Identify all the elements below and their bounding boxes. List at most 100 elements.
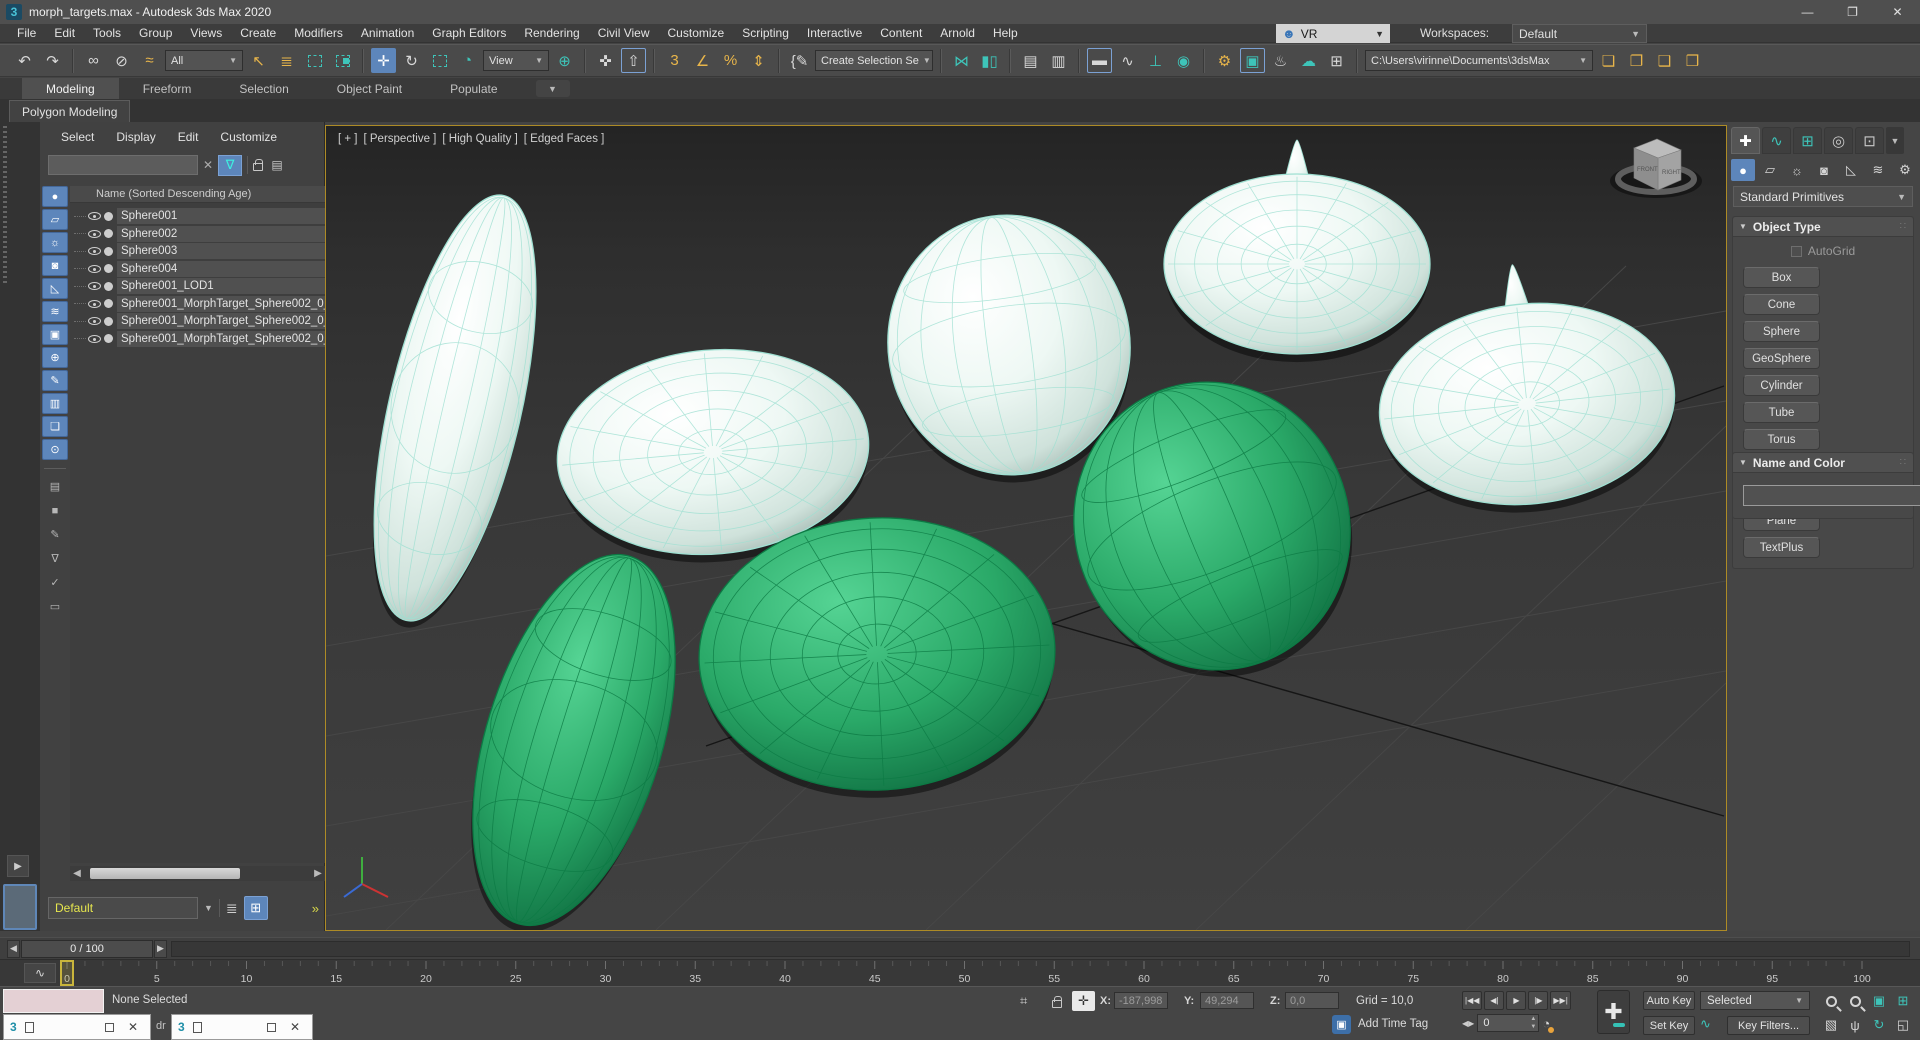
object-name[interactable]: Sphere001_MorphTarget_Sphere002_0_0: [117, 296, 325, 312]
orbit-icon[interactable]: ↻: [1868, 1015, 1890, 1035]
display-hidden-icon[interactable]: ⊙: [42, 439, 68, 460]
explorer-column-header[interactable]: Name (Sorted Descending Age): [70, 186, 325, 203]
primitive-category-dropdown[interactable]: Standard Primitives ▼: [1733, 186, 1913, 207]
lock-icon[interactable]: [253, 163, 263, 171]
display-lights-icon[interactable]: ☼: [42, 232, 68, 253]
material-editor-icon[interactable]: ◉: [1171, 48, 1196, 73]
display-xrefs-icon[interactable]: ⊕: [42, 347, 68, 368]
project-folder-new-icon[interactable]: ❐: [1624, 48, 1649, 73]
select-and-link-icon[interactable]: ∞: [81, 48, 106, 73]
scroll-right-icon[interactable]: ▶: [311, 868, 325, 879]
render-toggle-icon[interactable]: [104, 229, 113, 238]
filter-funnel-icon[interactable]: ∇: [42, 548, 68, 569]
restore-window-icon[interactable]: [105, 1023, 114, 1032]
select-and-manipulate-icon[interactable]: ✜: [593, 48, 618, 73]
keyboard-override-icon[interactable]: ⇧: [621, 48, 646, 73]
layer-manager-icon[interactable]: ▤: [1018, 48, 1043, 73]
list-item[interactable]: Sphere001_LOD1: [70, 278, 325, 294]
viewport-layout-tab[interactable]: [3, 884, 37, 930]
zoom-icon[interactable]: [1820, 991, 1842, 1011]
minimize-button[interactable]: —: [1785, 0, 1830, 24]
object-name[interactable]: Sphere001_LOD1: [117, 278, 325, 294]
display-materials-icon[interactable]: ❏: [42, 416, 68, 437]
explorer-menu-customize[interactable]: Customize: [211, 130, 286, 144]
menu-civil-view[interactable]: Civil View: [589, 24, 659, 43]
maximize-viewport-icon[interactable]: ◱: [1892, 1015, 1914, 1035]
viewport-menu-shading-extra[interactable]: [ Edged Faces ]: [524, 133, 605, 145]
layer-list-icon[interactable]: ▥: [1046, 48, 1071, 73]
category-cameras[interactable]: ◙: [1812, 159, 1836, 181]
list-item[interactable]: Sphere001_MorphTarget_Sphere002_0_0: [70, 296, 325, 312]
menu-content[interactable]: Content: [871, 24, 931, 43]
name-color-rollout-header[interactable]: ▼ Name and Color ∷: [1733, 453, 1913, 473]
current-frame-marker[interactable]: [61, 961, 73, 985]
menu-create[interactable]: Create: [231, 24, 285, 43]
render-toggle-icon[interactable]: [104, 299, 113, 308]
selection-lock-icon[interactable]: [1052, 1000, 1062, 1008]
current-frame-field[interactable]: 0 ▲▼: [1477, 1014, 1539, 1032]
reference-coordinate-dropdown[interactable]: View▼: [483, 50, 549, 71]
select-and-rotate-icon[interactable]: ↻: [399, 48, 424, 73]
absolute-mode-toggle-icon[interactable]: ✛: [1072, 991, 1095, 1011]
snaps-toggle-icon[interactable]: 3: [662, 48, 687, 73]
list-view-icon[interactable]: ▤: [42, 476, 68, 497]
viewport-menu-general[interactable]: [ + ]: [338, 133, 358, 145]
render-setup-icon[interactable]: ⚙: [1212, 48, 1237, 73]
render-elements-icon[interactable]: ⊞: [1324, 48, 1349, 73]
zoom-all-icon[interactable]: [1844, 991, 1866, 1011]
visibility-eye-icon[interactable]: [88, 212, 101, 220]
visibility-eye-icon[interactable]: [88, 247, 101, 255]
ribbon-tab-object-paint[interactable]: Object Paint: [313, 78, 426, 99]
object-name[interactable]: Sphere001_MorphTarget_Sphere002_0_1: [117, 313, 325, 329]
hierarchy-view-button[interactable]: ⊞: [244, 896, 268, 920]
workspace-dropdown[interactable]: Default ▼: [1512, 24, 1647, 43]
explorer-search-input[interactable]: [48, 155, 198, 175]
tab-motion[interactable]: ◎: [1824, 127, 1853, 154]
named-selection-sets-dropdown[interactable]: Create Selection Se▼: [815, 50, 933, 71]
category-systems[interactable]: ⚙: [1893, 159, 1917, 181]
minimized-window-2[interactable]: 3 ✕: [171, 1014, 313, 1040]
schematic-view-icon[interactable]: ⊥: [1143, 48, 1168, 73]
restore-window-icon[interactable]: [267, 1023, 276, 1032]
ribbon-tab-selection[interactable]: Selection: [215, 78, 312, 99]
list-item[interactable]: Sphere004: [70, 261, 325, 277]
z-coordinate-field[interactable]: 0,0: [1285, 992, 1339, 1009]
layers-view-icon[interactable]: ≣: [226, 900, 238, 917]
viewport-object-lens-white[interactable]: [340, 181, 568, 642]
selection-filter-dropdown[interactable]: All▼: [165, 50, 243, 71]
display-geometry-icon[interactable]: ●: [42, 186, 68, 207]
project-folder-link-icon[interactable]: ❒: [1680, 48, 1705, 73]
select-and-place-icon[interactable]: ◔: [455, 48, 480, 73]
time-slider-handle[interactable]: 0 / 100: [21, 940, 153, 958]
new-key-settings-icon[interactable]: ∿: [1700, 1016, 1711, 1032]
viewport-menu-shading[interactable]: [ High Quality ]: [442, 133, 517, 145]
create-cone-button[interactable]: Cone: [1743, 294, 1820, 315]
key-selection-dropdown[interactable]: Selected ▼: [1700, 991, 1810, 1010]
auto-key-button[interactable]: Auto Key: [1643, 991, 1695, 1010]
render-toggle-icon[interactable]: [104, 282, 113, 291]
create-cylinder-button[interactable]: Cylinder: [1743, 375, 1820, 396]
timeline-ruler[interactable]: 0510152025303540455055606570758085909510…: [0, 960, 1920, 987]
category-shapes[interactable]: ▱: [1758, 159, 1782, 181]
ribbon-tab-modeling[interactable]: Modeling: [22, 78, 119, 99]
window-crossing-icon[interactable]: [330, 48, 355, 73]
visibility-eye-icon[interactable]: [88, 265, 101, 273]
menu-views[interactable]: Views: [181, 24, 231, 43]
select-and-move-icon[interactable]: ✛: [371, 48, 396, 73]
view-cube[interactable]: FRONT RIGHT: [1610, 139, 1702, 198]
mirror-icon[interactable]: ⋈: [949, 48, 974, 73]
ribbon-tab-populate[interactable]: Populate: [426, 78, 521, 99]
zoom-extents-icon[interactable]: ▣: [1868, 991, 1890, 1011]
next-frame-arrow[interactable]: ▶: [154, 940, 167, 958]
display-groups-icon[interactable]: ▣: [42, 324, 68, 345]
add-time-tag-icon[interactable]: ▣: [1332, 1015, 1351, 1034]
tab-polygon-modeling[interactable]: Polygon Modeling: [9, 100, 130, 122]
object-name[interactable]: Sphere002: [117, 226, 325, 242]
next-frame-button[interactable]: |▶: [1528, 991, 1548, 1010]
x-coordinate-field[interactable]: -187,998: [1114, 992, 1168, 1009]
menu-scripting[interactable]: Scripting: [733, 24, 798, 43]
menu-interactive[interactable]: Interactive: [798, 24, 871, 43]
undo-icon[interactable]: ↶: [12, 48, 37, 73]
object-name[interactable]: Sphere001: [117, 208, 325, 224]
use-pivot-point-icon[interactable]: ⊕: [552, 48, 577, 73]
